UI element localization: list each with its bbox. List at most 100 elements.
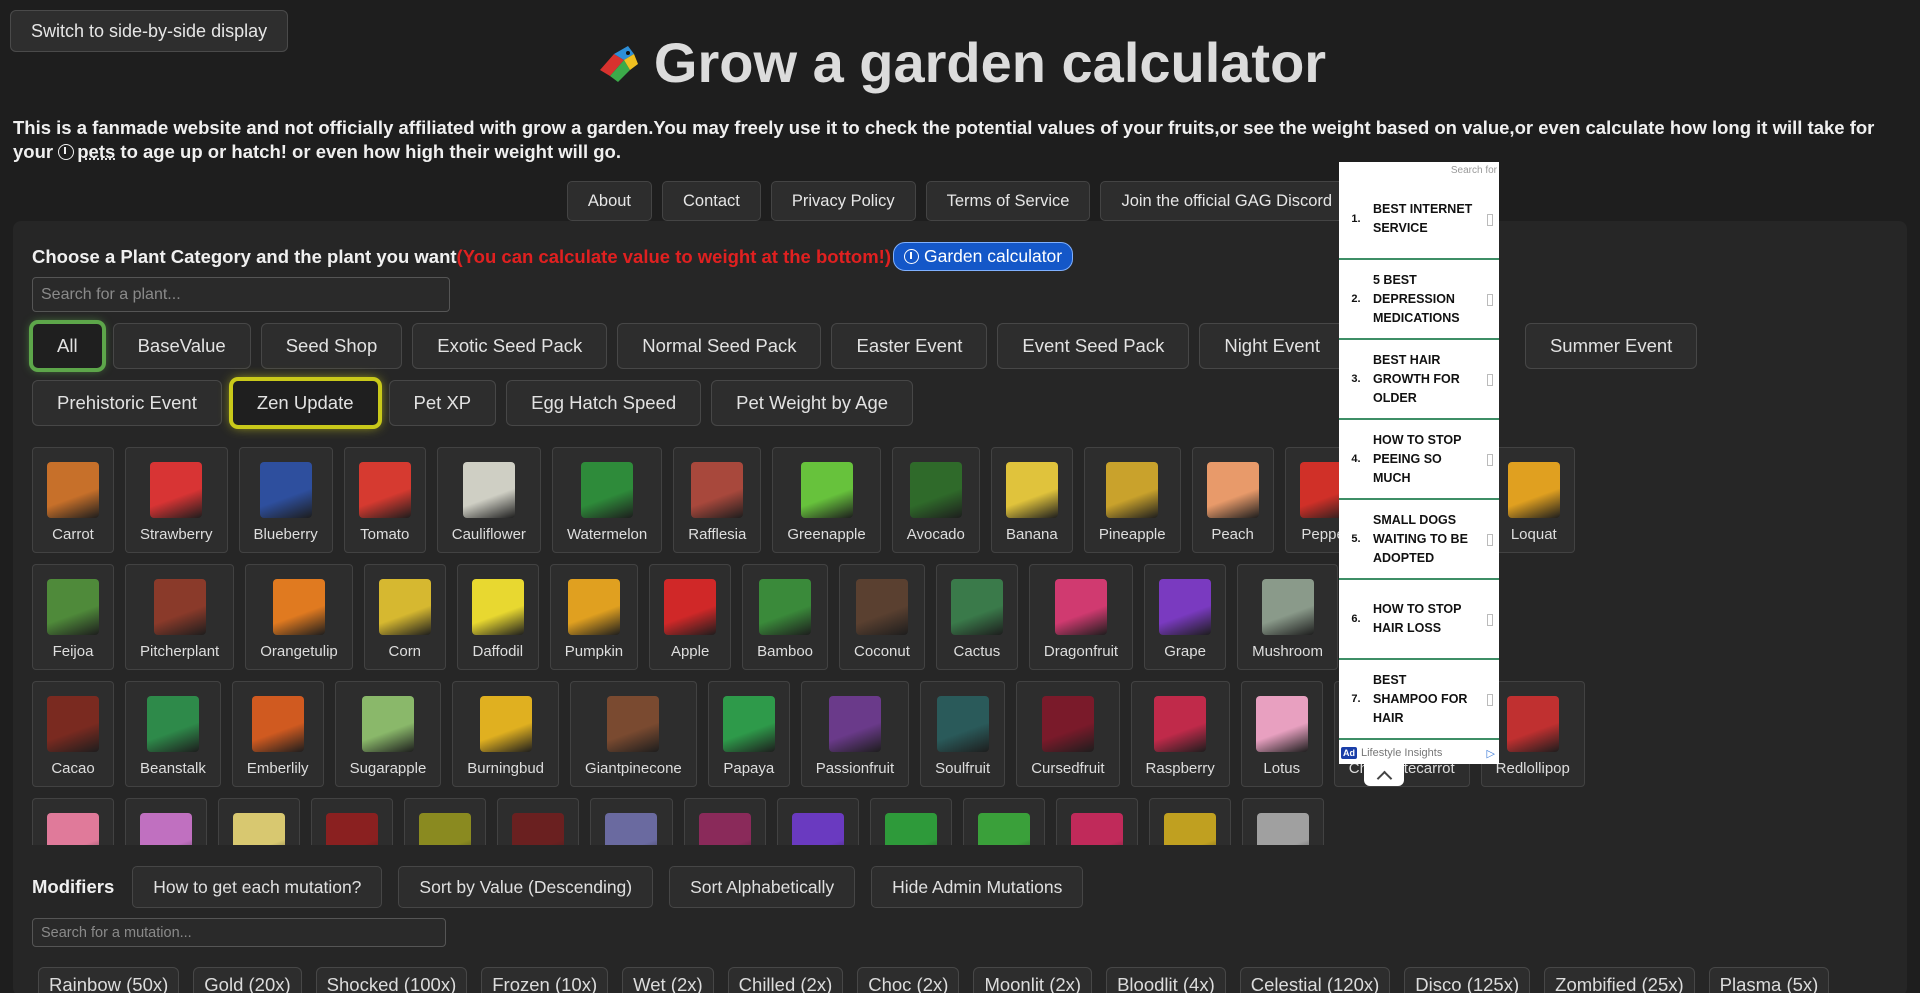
category-easter-event[interactable]: Easter Event (831, 323, 988, 369)
ad-item[interactable]: 2. 5 Best Depression Medications (1339, 260, 1499, 340)
plant-search-input[interactable] (32, 277, 450, 312)
plant-card[interactable]: Burningbud (452, 681, 560, 787)
plant-card[interactable]: Fern (962, 798, 1045, 845)
nav-contact[interactable]: Contact (662, 181, 761, 221)
nav-privacy-policy[interactable]: Privacy Policy (770, 181, 916, 221)
ad-item[interactable]: 1. Best Internet Service (1339, 180, 1499, 260)
plant-card[interactable]: Avocado (891, 447, 980, 553)
plant-card[interactable]: Durian (404, 798, 486, 845)
category-pet-weight-by-age[interactable]: Pet Weight by Age (711, 380, 914, 426)
ad-item[interactable]: 7. Best Shampoo for Hair (1339, 660, 1499, 740)
plant-card[interactable]: Beanstalk (125, 681, 221, 787)
plant-card[interactable]: Cake (218, 798, 300, 845)
mutation-chip[interactable]: Frozen (10x) (481, 967, 609, 993)
adchoices-icon[interactable]: ▷ (1487, 747, 1495, 760)
plant-card[interactable]: Raspberry (1130, 681, 1230, 787)
plant-card[interactable]: Iris (776, 798, 859, 845)
mutation-chip[interactable]: Moonlit (2x) (973, 967, 1093, 993)
plant-card[interactable]: Pineapple (1083, 447, 1181, 553)
category-night-event[interactable]: Night Event (1199, 323, 1345, 369)
mutation-chip[interactable]: Rainbow (50x) (38, 967, 180, 993)
mutation-chip[interactable]: Disco (125x) (1404, 967, 1531, 993)
plant-card[interactable]: Starfruit (590, 798, 673, 845)
ad-collapse-button[interactable] (1364, 764, 1404, 786)
category-basevalue[interactable]: BaseValue (112, 323, 251, 369)
category-normal-seed-pack[interactable]: Normal Seed Pack (617, 323, 822, 369)
ad-item[interactable]: 6. How to Stop Hair Loss (1339, 580, 1499, 660)
category-seed-shop[interactable]: Seed Shop (260, 323, 403, 369)
pets-link[interactable]: pets (77, 141, 115, 162)
plant-card[interactable]: Sugarapple (334, 681, 442, 787)
plant-card[interactable]: Banana (990, 447, 1073, 553)
plant-card[interactable]: Grape (1144, 564, 1227, 670)
category-egg-hatch-speed[interactable]: Egg Hatch Speed (506, 380, 702, 426)
mutation-chip[interactable]: Chilled (2x) (727, 967, 844, 993)
plant-card[interactable]: Leaf (869, 798, 952, 845)
nav-about[interactable]: About (566, 181, 653, 221)
plant-card[interactable]: Orangetulip (245, 564, 353, 670)
sort-by-value-button[interactable]: Sort by Value (Descending) (398, 866, 654, 908)
mutation-chip[interactable]: Shocked (100x) (315, 967, 468, 993)
plant-card[interactable]: Carrot (32, 447, 114, 553)
plant-card[interactable]: Cauliflower (436, 447, 541, 553)
plant-card[interactable]: Squash (1148, 798, 1231, 845)
mutation-chip[interactable]: Wet (2x) (622, 967, 714, 993)
plant-card[interactable]: Strawberry (125, 447, 228, 553)
plant-card[interactable]: Onion (1241, 798, 1324, 845)
plant-card[interactable]: Coconut (839, 564, 925, 670)
plant-card[interactable]: Soulfruit (920, 681, 1006, 787)
category-event-seed-pack[interactable]: Event Seed Pack (997, 323, 1190, 369)
plant-card[interactable]: Watermelon (551, 447, 663, 553)
category-all[interactable]: All (32, 323, 103, 369)
mutation-help-button[interactable]: How to get each mutation? (132, 866, 383, 908)
plant-card[interactable]: Apple (649, 564, 732, 670)
mutation-chip[interactable]: Bloodlit (4x) (1106, 967, 1226, 993)
mutation-chip[interactable]: Choc (2x) (857, 967, 960, 993)
plant-card[interactable]: Giantpinecone (570, 681, 697, 787)
category-summer-event[interactable]: Summer Event (1524, 323, 1698, 369)
plant-card[interactable]: Greenapple (772, 447, 881, 553)
ad-item[interactable]: 5. Small Dogs Waiting to Be Adopted (1339, 500, 1499, 580)
plant-card[interactable]: Dragonfruit (1028, 564, 1134, 670)
plant-card[interactable]: Corn (363, 564, 446, 670)
plant-card[interactable]: Emberlily (231, 681, 324, 787)
plant-card[interactable]: Papaya (707, 681, 790, 787)
plant-card[interactable]: Blueberry (238, 447, 333, 553)
plant-card[interactable]: Flower (32, 798, 114, 845)
mutation-chip[interactable]: Celestial (120x) (1239, 967, 1391, 993)
plant-card[interactable]: Radish (1055, 798, 1138, 845)
sort-alphabetically-button[interactable]: Sort Alphabetically (669, 866, 856, 908)
plant-card[interactable]: Pitcherplant (125, 564, 235, 670)
plant-card[interactable]: Pumpkin (549, 564, 639, 670)
plant-card[interactable]: Rose (311, 798, 393, 845)
plant-card[interactable]: Feijoa (32, 564, 114, 670)
mutation-chip[interactable]: Zombified (25x) (1544, 967, 1695, 993)
plant-card[interactable]: Berry (683, 798, 766, 845)
plant-card[interactable]: Candy (125, 798, 207, 845)
category-zen-update[interactable]: Zen Update (231, 380, 379, 426)
nav-terms-of-service[interactable]: Terms of Service (925, 181, 1091, 221)
plant-card[interactable]: Cactus (935, 564, 1018, 670)
plant-card[interactable]: Cacao (32, 681, 114, 787)
plant-card[interactable]: Rafflesia (673, 447, 762, 553)
ad-item[interactable]: 3. Best Hair Growth for Older (1339, 340, 1499, 420)
plant-card[interactable]: Passionfruit (800, 681, 910, 787)
plant-card[interactable]: Peach (1191, 447, 1274, 553)
plant-card[interactable]: Lotus (1240, 681, 1323, 787)
plant-card[interactable]: Bamboo (742, 564, 829, 670)
plant-card[interactable]: Tomato (343, 447, 426, 553)
category-pet-xp[interactable]: Pet XP (388, 380, 497, 426)
garden-calculator-button[interactable]: Garden calculator (892, 242, 1074, 271)
mutation-search-input[interactable] (32, 918, 446, 947)
category-prehistoric-event[interactable]: Prehistoric Event (32, 380, 222, 426)
nav-discord[interactable]: Join the official GAG Discord (1100, 181, 1354, 221)
plant-card[interactable]: Mushroom (1237, 564, 1338, 670)
category-exotic-seed-pack[interactable]: Exotic Seed Pack (412, 323, 608, 369)
ad-item[interactable]: 4. How to Stop Peeing So Much (1339, 420, 1499, 500)
plant-card[interactable]: Cherry (497, 798, 579, 845)
mutation-chip[interactable]: Plasma (5x) (1708, 967, 1830, 993)
mutation-chip[interactable]: Gold (20x) (193, 967, 302, 993)
plant-card[interactable]: Loquat (1492, 447, 1575, 553)
hide-admin-mutations-button[interactable]: Hide Admin Mutations (871, 866, 1084, 908)
plant-card[interactable]: Daffodil (456, 564, 539, 670)
